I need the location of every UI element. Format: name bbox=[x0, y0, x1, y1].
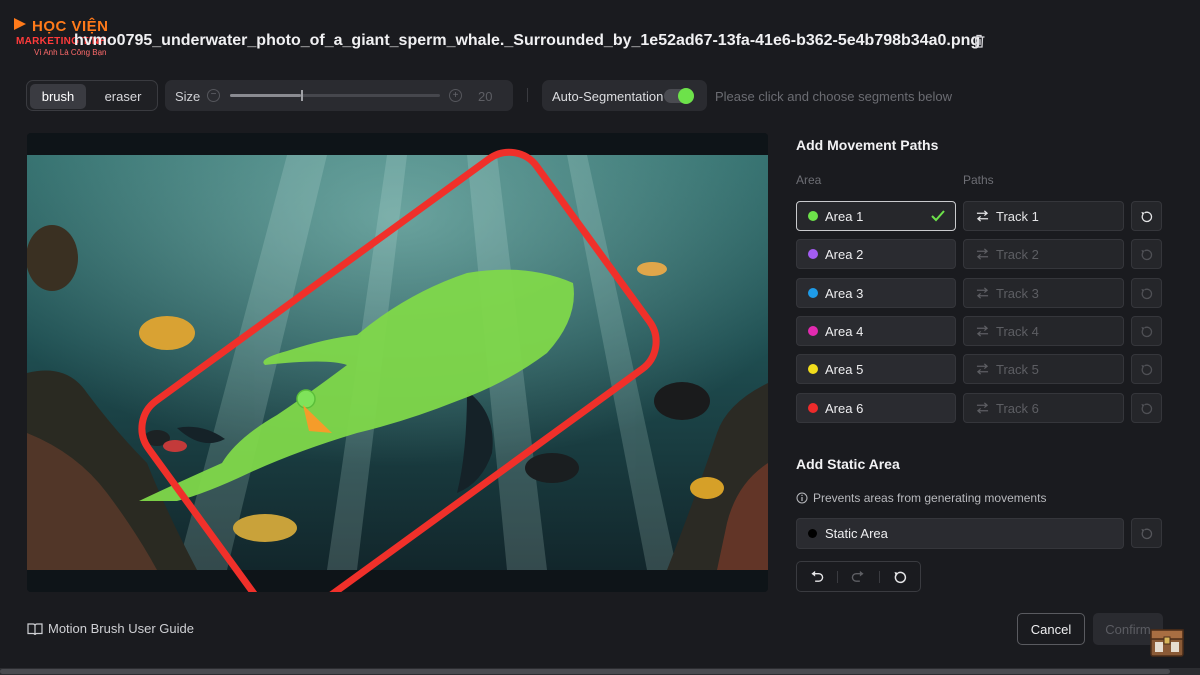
area-label: Area 4 bbox=[825, 323, 864, 339]
area-reset-button-5[interactable] bbox=[1131, 354, 1162, 384]
static-area-label: Static Area bbox=[825, 526, 888, 541]
trash-icon[interactable] bbox=[971, 33, 987, 49]
horizontal-scrollbar[interactable] bbox=[0, 669, 1170, 674]
brush-button[interactable]: brush bbox=[30, 84, 86, 109]
redo-icon[interactable] bbox=[851, 570, 865, 583]
reset-icon bbox=[1141, 211, 1153, 222]
paths-column-header: Paths bbox=[963, 173, 994, 187]
track-button-1[interactable]: Track 1 bbox=[963, 201, 1124, 231]
history-controls bbox=[796, 561, 921, 592]
size-slider-fill bbox=[230, 94, 301, 97]
auto-segmentation-label: Auto-Segmentation bbox=[552, 89, 664, 104]
area-reset-button-1[interactable] bbox=[1131, 201, 1162, 231]
undo-icon[interactable] bbox=[810, 570, 824, 583]
movement-paths-title: Add Movement Paths bbox=[796, 137, 939, 153]
path-swap-icon bbox=[976, 210, 989, 222]
segment-hint: Please click and choose segments below bbox=[715, 89, 953, 104]
area-reset-button-2[interactable] bbox=[1131, 239, 1162, 269]
area-button-3[interactable]: Area 3 bbox=[796, 278, 956, 308]
track-button-5[interactable]: Track 5 bbox=[963, 354, 1124, 384]
static-area-note-text: Prevents areas from generating movements bbox=[813, 491, 1047, 505]
area-button-1[interactable]: Area 1 bbox=[796, 201, 956, 231]
track-label: Track 3 bbox=[996, 285, 1039, 301]
area-label: Area 6 bbox=[825, 400, 864, 416]
area-color-dot bbox=[808, 326, 818, 336]
static-area-title: Add Static Area bbox=[796, 456, 900, 472]
area-button-4[interactable]: Area 4 bbox=[796, 316, 956, 346]
area-reset-button-4[interactable] bbox=[1131, 316, 1162, 346]
area-reset-button-6[interactable] bbox=[1131, 393, 1162, 423]
eraser-button[interactable]: eraser bbox=[92, 84, 154, 109]
toolbar-divider bbox=[527, 88, 528, 102]
static-area-color-dot bbox=[808, 529, 817, 538]
info-icon bbox=[796, 492, 808, 504]
check-icon bbox=[931, 210, 945, 222]
size-increase-icon[interactable]: + bbox=[449, 89, 462, 102]
area-label: Area 5 bbox=[825, 361, 864, 377]
book-icon bbox=[27, 622, 43, 635]
size-label: Size bbox=[175, 89, 201, 104]
track-label: Track 2 bbox=[996, 246, 1039, 262]
reset-icon bbox=[1141, 364, 1153, 375]
area-reset-button-3[interactable] bbox=[1131, 278, 1162, 308]
cancel-button[interactable]: Cancel bbox=[1017, 613, 1085, 645]
track-button-2[interactable]: Track 2 bbox=[963, 239, 1124, 269]
file-title: hvmo0795_underwater_photo_of_a_giant_spe… bbox=[74, 32, 981, 49]
area-column-header: Area bbox=[796, 173, 822, 187]
path-swap-icon bbox=[976, 325, 989, 337]
user-guide-link[interactable]: Motion Brush User Guide bbox=[27, 621, 194, 636]
area-color-dot bbox=[808, 288, 818, 298]
track-label: Track 4 bbox=[996, 323, 1039, 339]
toggle-knob bbox=[678, 88, 694, 104]
reset-icon bbox=[1141, 249, 1153, 260]
track-button-6[interactable]: Track 6 bbox=[963, 393, 1124, 423]
area-color-dot bbox=[808, 249, 818, 259]
static-area-note: Prevents areas from generating movements bbox=[796, 491, 1046, 505]
history-separator bbox=[837, 570, 839, 583]
image-canvas[interactable] bbox=[27, 133, 768, 592]
static-area-reset-button[interactable] bbox=[1131, 518, 1162, 548]
size-slider-handle[interactable] bbox=[301, 90, 303, 101]
reset-icon bbox=[1141, 528, 1153, 539]
area-button-2[interactable]: Area 2 bbox=[796, 239, 956, 269]
underwater-scene bbox=[27, 133, 768, 592]
path-swap-icon bbox=[976, 287, 989, 299]
area-button-5[interactable]: Area 5 bbox=[796, 354, 956, 384]
path-swap-icon bbox=[976, 248, 989, 260]
reset-icon bbox=[1141, 326, 1153, 337]
size-value: 20 bbox=[478, 89, 493, 104]
logo-mark-icon bbox=[14, 18, 26, 30]
area-button-6[interactable]: Area 6 bbox=[796, 393, 956, 423]
area-label: Area 3 bbox=[825, 285, 864, 301]
reset-icon bbox=[1141, 403, 1153, 414]
track-button-4[interactable]: Track 4 bbox=[963, 316, 1124, 346]
track-button-3[interactable]: Track 3 bbox=[963, 278, 1124, 308]
area-color-dot bbox=[808, 403, 818, 413]
track-label: Track 6 bbox=[996, 400, 1039, 416]
path-swap-icon bbox=[976, 363, 989, 375]
user-guide-label: Motion Brush User Guide bbox=[48, 621, 194, 636]
path-swap-icon bbox=[976, 402, 989, 414]
track-label: Track 5 bbox=[996, 361, 1039, 377]
track-label: Track 1 bbox=[996, 208, 1039, 224]
reset-icon bbox=[1141, 288, 1153, 299]
area-color-dot bbox=[808, 211, 818, 221]
treasure-chest-icon bbox=[1150, 629, 1184, 657]
area-color-dot bbox=[808, 364, 818, 374]
size-decrease-icon[interactable]: − bbox=[207, 89, 220, 102]
area-label: Area 2 bbox=[825, 246, 864, 262]
history-separator bbox=[878, 570, 880, 583]
reset-all-icon[interactable] bbox=[893, 570, 907, 584]
static-area-button[interactable]: Static Area bbox=[796, 518, 1124, 549]
area-label: Area 1 bbox=[825, 208, 864, 224]
